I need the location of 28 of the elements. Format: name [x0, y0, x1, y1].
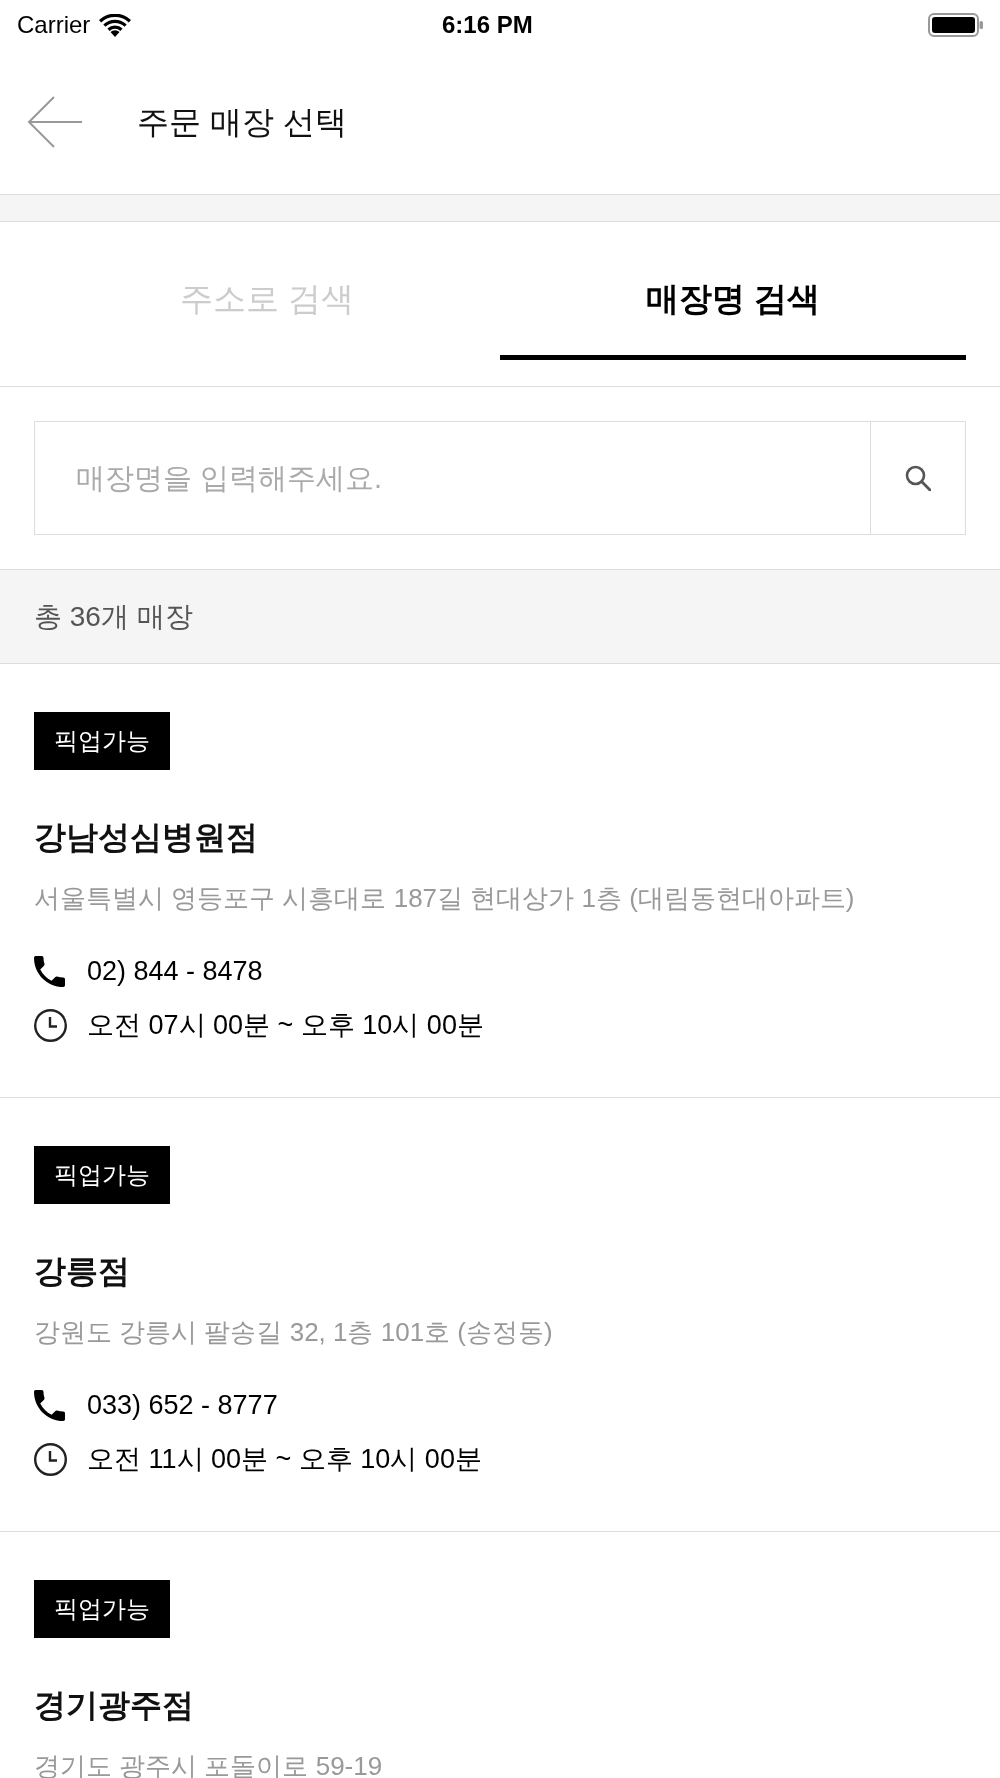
- status-time: 6:16 PM: [442, 11, 533, 39]
- page-title: 주문 매장 선택: [137, 103, 347, 142]
- carrier-label: Carrier: [17, 11, 91, 39]
- tab[interactable]: 매장명 검색: [500, 222, 966, 360]
- store-address: 서울특별시 영등포구 시흥대로 187길 현대상가 1층 (대림동현대아파트): [34, 885, 855, 911]
- back-button[interactable]: [27, 96, 83, 148]
- phone-number: 033) 652 - 8777: [87, 1389, 278, 1422]
- store-name: 강릉점: [34, 1252, 130, 1291]
- pickup-badge: 픽업가능: [34, 1146, 170, 1204]
- store-name: 경기광주점: [34, 1686, 194, 1725]
- pickup-badge: 픽업가능: [34, 1580, 170, 1638]
- store-name: 강남성심병원점: [34, 818, 258, 857]
- search-icon: [905, 465, 931, 491]
- search-field[interactable]: 매장명을 입력해주세요.: [34, 421, 871, 535]
- store-address: 강원도 강릉시 팔송길 32, 1층 101호 (송정동): [34, 1319, 553, 1345]
- store-address: 경기도 광주시 포돌이로 59-19: [34, 1753, 383, 1778]
- clock-icon: [34, 1442, 67, 1476]
- wifi-icon: [99, 13, 132, 37]
- clock-icon: [34, 1008, 67, 1042]
- business-hours: 오전 11시 00분 ~ 오후 10시 00분: [87, 1443, 482, 1476]
- store-count: 총 36개 매장: [34, 599, 193, 634]
- phone-icon: [34, 955, 65, 987]
- phone-number: 02) 844 - 8478: [87, 955, 263, 988]
- phone-icon: [34, 1389, 65, 1421]
- business-hours: 오전 07시 00분 ~ 오후 10시 00분: [87, 1009, 484, 1042]
- left-arrow-icon: [27, 96, 83, 148]
- battery-icon: [928, 13, 983, 37]
- pickup-badge: 픽업가능: [34, 712, 170, 770]
